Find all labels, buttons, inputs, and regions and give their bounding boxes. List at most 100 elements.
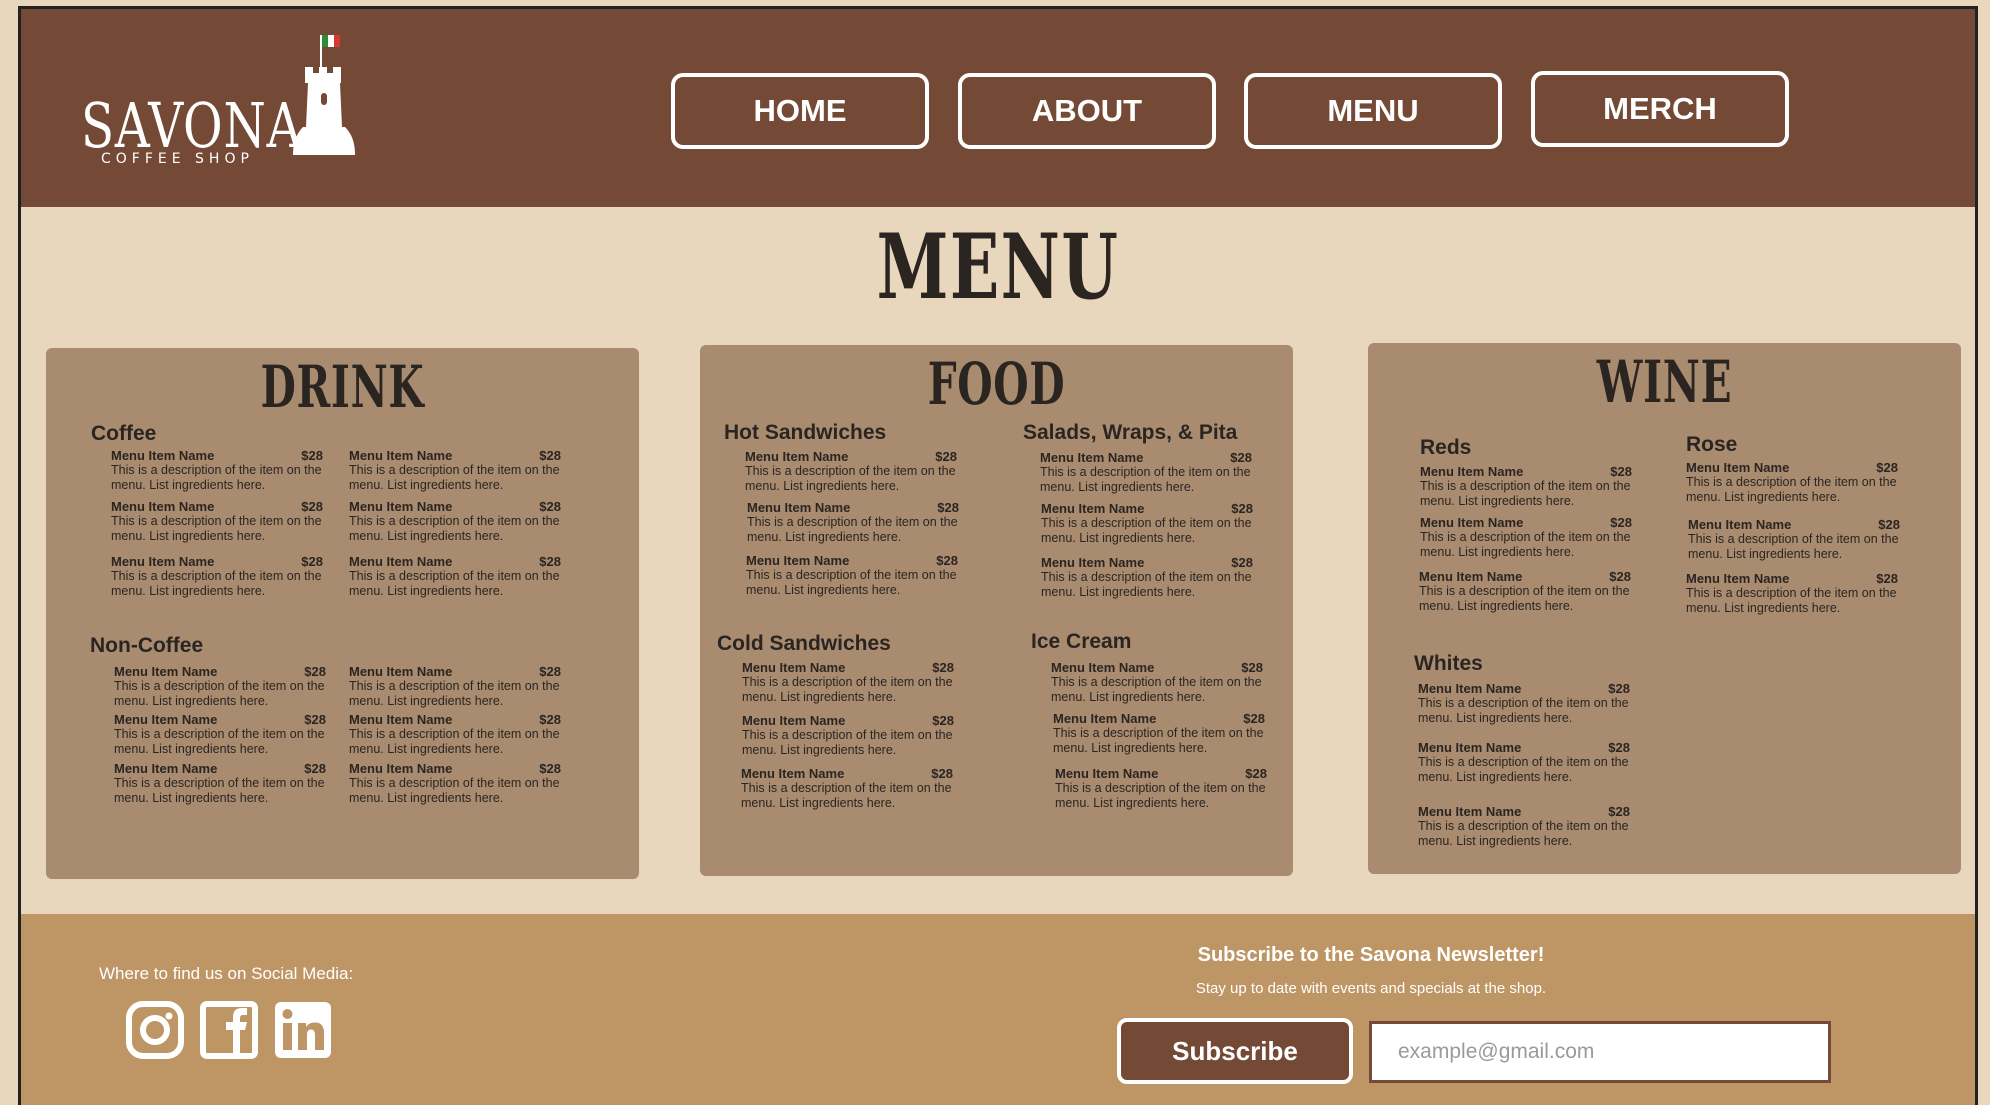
card-title: FOOD <box>927 350 1066 418</box>
section-title: Ice Cream <box>1031 630 1132 653</box>
item-price: $28 <box>1608 740 1630 755</box>
item-description: This is a description of the item on the… <box>745 464 956 493</box>
section-title: Non-Coffee <box>90 634 204 657</box>
item-name: Menu Item Name <box>1686 460 1790 475</box>
savona-logo[interactable]: SAVONA COFFEE SHOP <box>81 27 371 177</box>
item-description: This is a description of the item on the… <box>747 515 958 544</box>
item-price: $28 <box>935 449 957 464</box>
menu-item: Menu Item Name $28 This is a description … <box>745 449 957 494</box>
item-name: Menu Item Name <box>349 712 453 727</box>
menu-section-hot-sandwiches: Hot Sandwiches <box>724 421 886 445</box>
menu-item: Menu Item Name $28 This is a description … <box>349 664 561 709</box>
item-price: $28 <box>539 448 561 463</box>
item-price: $28 <box>1231 555 1253 570</box>
section-title: Hot Sandwiches <box>724 421 887 444</box>
item-name: Menu Item Name <box>114 712 218 727</box>
menu-section-reds: Reds <box>1420 436 1471 460</box>
menu-item: Menu Item Name $28 This is a description … <box>111 499 323 544</box>
item-name: Menu Item Name <box>349 664 453 679</box>
section-title: Reds <box>1420 436 1472 459</box>
menu-item: Menu Item Name $28 This is a description … <box>349 448 561 493</box>
item-name: Menu Item Name <box>746 553 850 568</box>
menu-item: Menu Item Name $28 This is a description … <box>1055 766 1267 811</box>
site-header: SAVONA COFFEE SHOP HOME ABOUT MENU MERCH <box>21 9 1975 207</box>
item-name: Menu Item Name <box>1420 515 1524 530</box>
item-description: This is a description of the item on the… <box>1041 516 1252 545</box>
facebook-icon[interactable] <box>199 1000 259 1060</box>
menu-item: Menu Item Name $28 This is a description … <box>349 499 561 544</box>
instagram-icon[interactable] <box>125 1000 185 1060</box>
section-title: Cold Sandwiches <box>717 632 891 655</box>
item-description: This is a description of the item on the… <box>111 569 322 598</box>
section-title: Coffee <box>91 422 157 445</box>
item-name: Menu Item Name <box>114 664 218 679</box>
item-name: Menu Item Name <box>349 448 453 463</box>
item-name: Menu Item Name <box>1420 464 1524 479</box>
item-description: This is a description of the item on the… <box>111 514 322 543</box>
item-price: $28 <box>539 664 561 679</box>
menu-section-whites: Whites <box>1414 652 1483 676</box>
linkedin-icon[interactable] <box>273 1000 333 1060</box>
menu-section-non-coffee: Non-Coffee <box>90 634 203 658</box>
nav-merch-button[interactable]: MERCH <box>1531 71 1789 147</box>
menu-item: Menu Item Name $28 This is a description … <box>747 500 959 545</box>
menu-item: Menu Item Name $28 This is a description … <box>1418 740 1630 785</box>
wine-card: WINE Reds Menu Item Name $28 This is a de… <box>1368 343 1961 874</box>
item-price: $28 <box>1608 681 1630 696</box>
menu-item: Menu Item Name $28 This is a description … <box>1688 517 1900 562</box>
section-title: Salads, Wraps, & Pita <box>1023 421 1238 444</box>
nav-about-button[interactable]: ABOUT <box>958 73 1216 149</box>
item-price: $28 <box>539 554 561 569</box>
item-name: Menu Item Name <box>745 449 849 464</box>
page-frame: SAVONA COFFEE SHOP HOME ABOUT MENU MERCH… <box>18 6 1978 1105</box>
subscribe-button[interactable]: Subscribe <box>1117 1018 1353 1084</box>
item-price: $28 <box>1610 515 1632 530</box>
menu-item: Menu Item Name $28 This is a description … <box>741 766 953 811</box>
item-name: Menu Item Name <box>1040 450 1144 465</box>
item-price: $28 <box>304 761 326 776</box>
menu-item: Menu Item Name $28 This is a description … <box>1418 681 1630 726</box>
item-name: Menu Item Name <box>1686 571 1790 586</box>
menu-section-rose: Rose <box>1686 433 1737 457</box>
item-description: This is a description of the item on the… <box>114 679 325 708</box>
item-description: This is a description of the item on the… <box>349 463 560 492</box>
menu-item: Menu Item Name $28 This is a description … <box>1419 569 1631 614</box>
card-title: WINE <box>1596 348 1733 416</box>
item-name: Menu Item Name <box>114 761 218 776</box>
item-name: Menu Item Name <box>111 554 215 569</box>
item-description: This is a description of the item on the… <box>1051 675 1262 704</box>
site-footer: Where to find us on Social Media: Subscr… <box>21 914 1975 1105</box>
newsletter-subtitle: Stay up to date with events and specials… <box>1195 980 1547 997</box>
nav-menu-button[interactable]: MENU <box>1244 73 1502 149</box>
item-name: Menu Item Name <box>1688 517 1792 532</box>
menu-section-cold-sandwiches: Cold Sandwiches <box>717 632 891 656</box>
menu-item: Menu Item Name $28 This is a description … <box>1053 711 1265 756</box>
menu-item: Menu Item Name $28 This is a description … <box>1420 464 1632 509</box>
menu-item: Menu Item Name $28 This is a description … <box>742 660 954 705</box>
item-name: Menu Item Name <box>349 554 453 569</box>
item-description: This is a description of the item on the… <box>742 675 953 704</box>
item-name: Menu Item Name <box>349 499 453 514</box>
section-title: Rose <box>1686 433 1738 456</box>
menu-item: Menu Item Name $28 This is a description … <box>1686 571 1898 616</box>
item-description: This is a description of the item on the… <box>349 679 560 708</box>
food-card: FOOD Hot Sandwiches Menu Item Name $28 Th… <box>700 345 1293 876</box>
menu-item: Menu Item Name $28 This is a description … <box>1040 450 1252 495</box>
menu-item: Menu Item Name $28 This is a description … <box>349 761 561 806</box>
menu-item: Menu Item Name $28 This is a description … <box>1418 804 1630 849</box>
item-name: Menu Item Name <box>1041 501 1145 516</box>
item-price: $28 <box>1243 711 1265 726</box>
email-input[interactable] <box>1369 1021 1831 1083</box>
nav-home-button[interactable]: HOME <box>671 73 929 149</box>
item-description: This is a description of the item on the… <box>1686 586 1897 615</box>
item-description: This is a description of the item on the… <box>1418 755 1629 784</box>
page-title: MENU <box>876 214 1120 320</box>
item-name: Menu Item Name <box>747 500 851 515</box>
drink-card: DRINK Coffee Menu Item Name $28 This is a… <box>46 348 639 879</box>
item-name: Menu Item Name <box>111 448 215 463</box>
item-price: $28 <box>1230 450 1252 465</box>
item-price: $28 <box>1878 517 1900 532</box>
item-description: This is a description of the item on the… <box>1040 465 1251 494</box>
item-price: $28 <box>1608 804 1630 819</box>
item-description: This is a description of the item on the… <box>1053 726 1264 755</box>
